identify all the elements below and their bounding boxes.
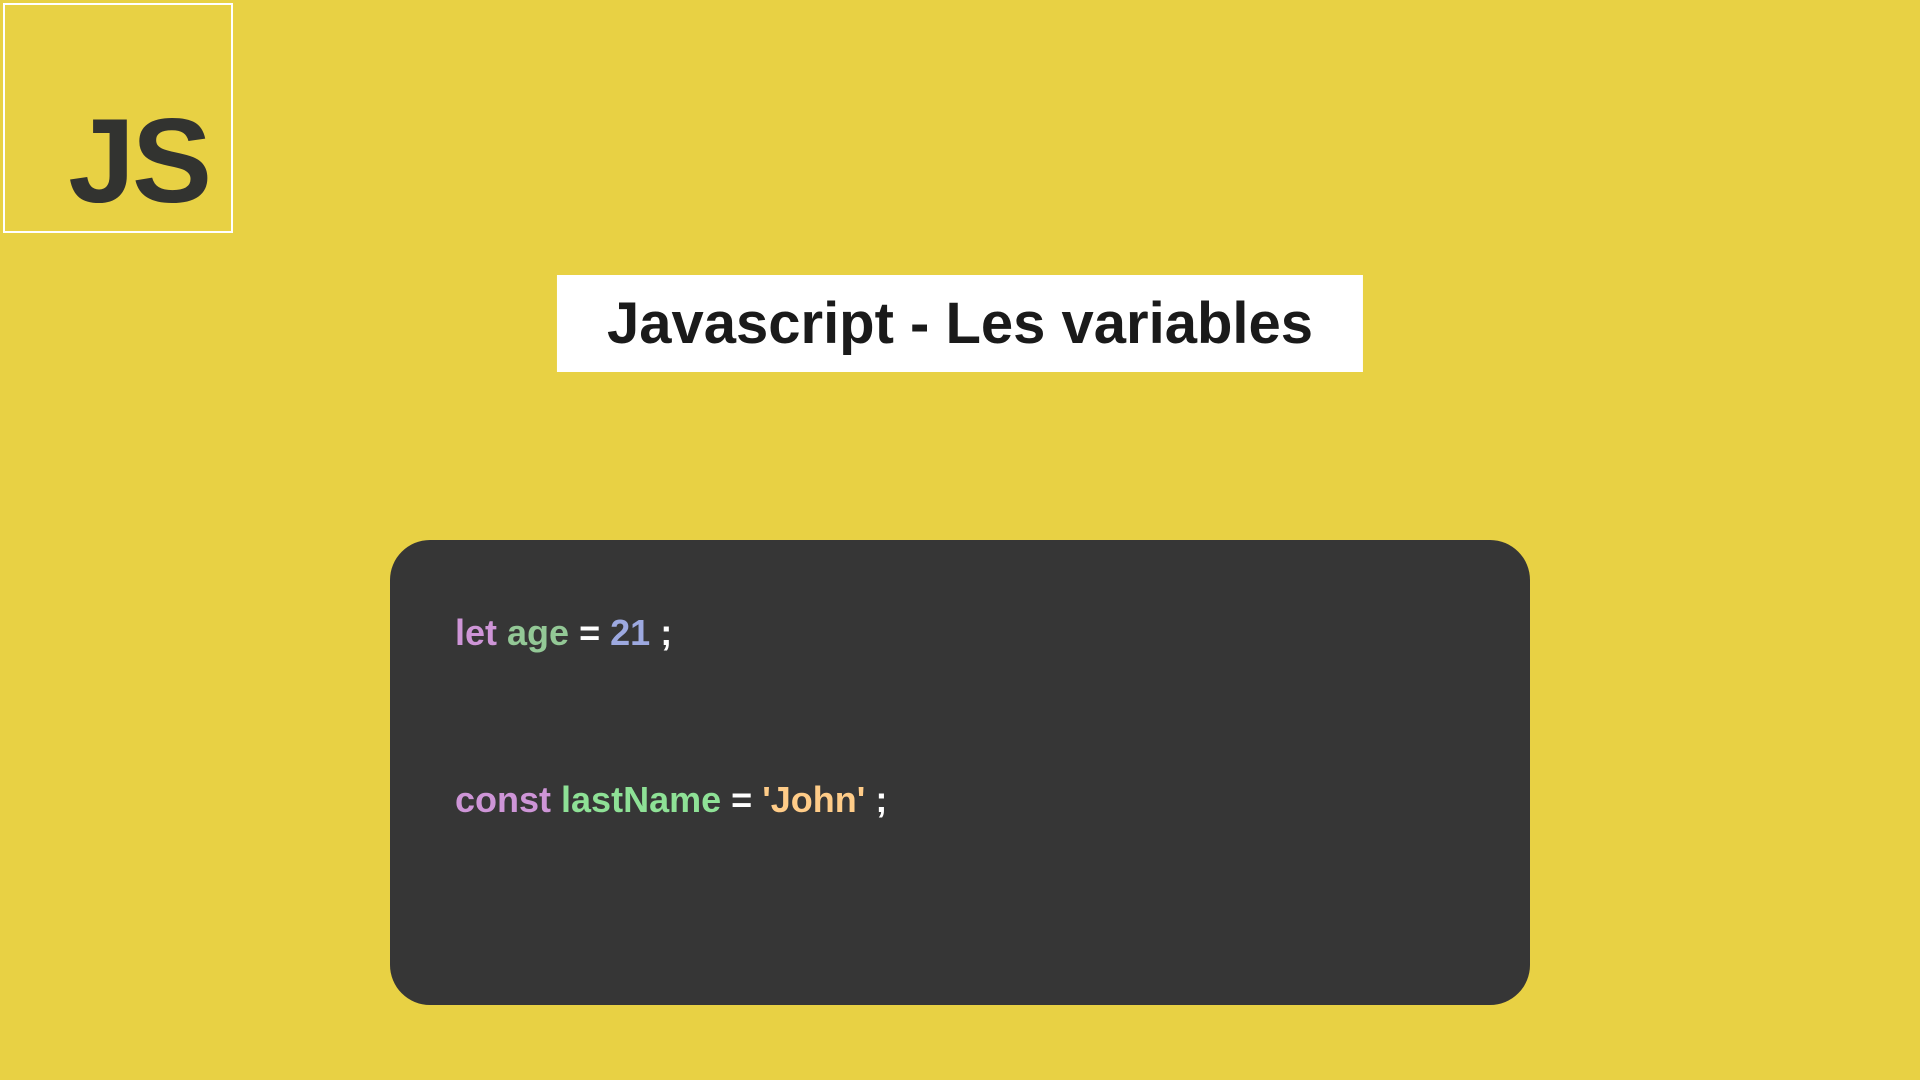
js-logo: JS xyxy=(3,3,233,233)
code-operator: = xyxy=(579,612,600,653)
code-keyword: let xyxy=(455,612,497,653)
code-identifier: lastName xyxy=(561,779,721,820)
code-value: 21 xyxy=(610,612,650,653)
code-line-1: let age = 21 ; xyxy=(455,610,1465,657)
code-semicolon: ; xyxy=(660,612,672,653)
title-box: Javascript - Les variables xyxy=(557,275,1363,372)
slide-title: Javascript - Les variables xyxy=(607,290,1313,357)
code-value: 'John' xyxy=(762,779,865,820)
code-keyword: const xyxy=(455,779,551,820)
code-semicolon: ; xyxy=(875,779,887,820)
code-identifier: age xyxy=(507,612,569,653)
js-logo-text: JS xyxy=(68,101,209,221)
code-operator: = xyxy=(731,779,752,820)
code-line-2: const lastName = 'John' ; xyxy=(455,777,1465,824)
code-block: let age = 21 ; const lastName = 'John' ; xyxy=(390,540,1530,1005)
